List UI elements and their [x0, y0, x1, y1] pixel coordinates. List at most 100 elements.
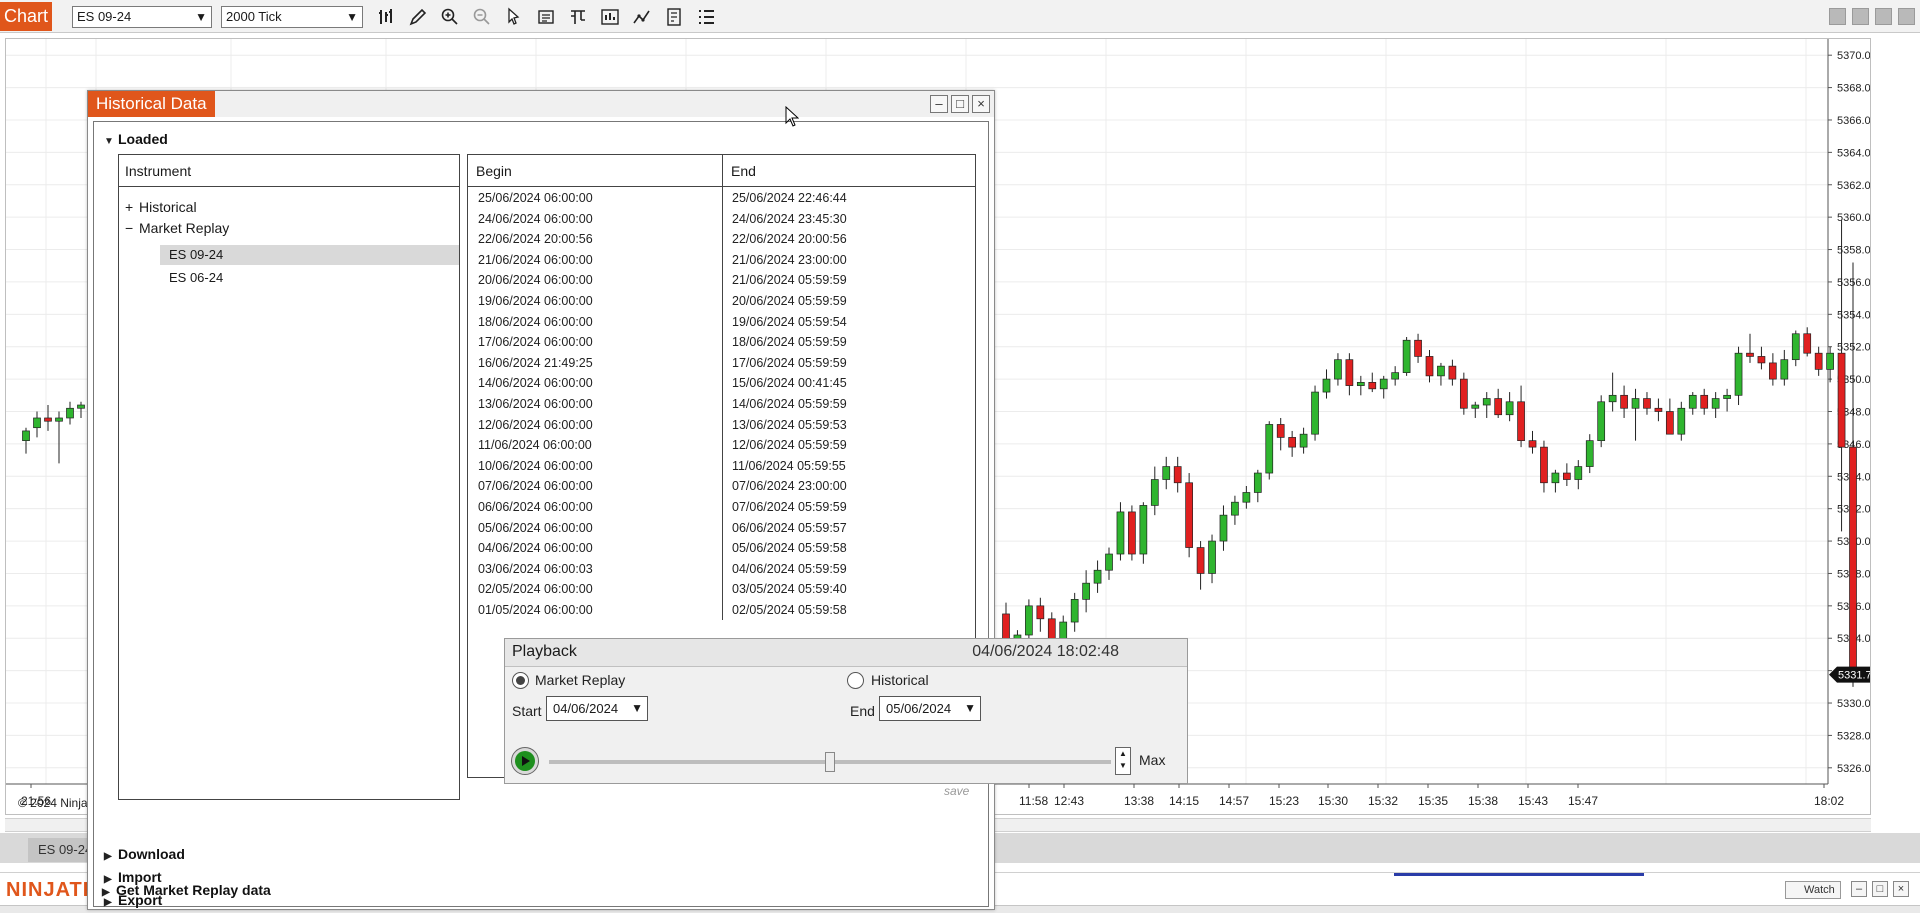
price-axis-label: 5364.00 [1837, 147, 1870, 159]
play-button[interactable] [511, 747, 539, 775]
candle-down [1185, 482, 1193, 548]
indicators-icon[interactable] [632, 7, 652, 27]
begin-date-cell: 20/06/2024 06:00:00 [478, 273, 593, 288]
begin-date-cell: 22/06/2024 20:00:56 [478, 232, 593, 247]
begin-date-cell: 13/06/2024 06:00:00 [478, 397, 593, 411]
data-box-icon[interactable] [536, 7, 556, 27]
status-progress-line [1394, 873, 1644, 876]
candle-down [1288, 437, 1296, 448]
candle-up [1608, 394, 1617, 403]
close-icon[interactable]: × [1893, 881, 1909, 897]
end-date-cell: 02/05/2024 05:59:58 [732, 603, 847, 617]
time-axis-label: 15:43 [1518, 794, 1548, 808]
begin-date-cell: 24/06/2024 06:00:00 [478, 211, 593, 226]
pointer-icon[interactable] [504, 7, 524, 27]
start-date-picker[interactable]: 04/06/2024 ▼ [546, 696, 648, 721]
tree-item-market-replay[interactable]: − Market Replay [125, 220, 229, 236]
drawing-tools-icon[interactable] [408, 7, 428, 27]
expand-icon[interactable]: + [125, 199, 139, 215]
zoom-in-icon[interactable] [440, 7, 460, 27]
instrument-selector[interactable]: ES 09-24 ▼ [72, 6, 212, 28]
end-date-cell: 25/06/2024 22:46:44 [732, 191, 847, 205]
begin-date-cell: 02/05/2024 06:00:00 [478, 582, 593, 597]
minimize-window-button[interactable] [1852, 8, 1869, 25]
zoom-out-icon[interactable] [472, 7, 492, 27]
tree-item-historical[interactable]: + Historical [125, 199, 197, 215]
time-axis-label: 18:02 [1814, 794, 1844, 808]
end-column-header[interactable]: End [731, 163, 756, 179]
candle-up [55, 417, 63, 422]
maximize-icon[interactable]: □ [1872, 881, 1888, 897]
spin-down-icon[interactable]: ▼ [1116, 760, 1130, 772]
close-icon[interactable]: × [972, 95, 990, 113]
candle-down [1448, 365, 1457, 380]
candle-up [1231, 501, 1239, 516]
maximize-icon[interactable]: □ [951, 95, 969, 113]
playback-timestamp: 04/06/2024 18:02:48 [972, 643, 1119, 660]
begin-date-cell: 03/06/2024 06:00:03 [478, 561, 593, 576]
begin-date-cell: 10/06/2024 06:00:00 [478, 458, 593, 473]
save-link[interactable]: save [944, 784, 969, 798]
candle-up [1437, 365, 1445, 377]
begin-column-header[interactable]: Begin [476, 163, 512, 179]
time-axis-label: 14:57 [1219, 794, 1249, 808]
candle-up [1505, 401, 1514, 416]
candle-down [1036, 605, 1045, 620]
end-date-cell: 17/06/2024 05:59:59 [732, 355, 847, 370]
close-window-button[interactable] [1898, 8, 1915, 25]
candle-up [1105, 553, 1113, 571]
tree-item-label: ES 06-24 [169, 270, 224, 285]
candle-down [1757, 356, 1766, 364]
begin-date-cell: 19/06/2024 06:00:00 [478, 294, 593, 308]
layout-icon[interactable] [1829, 8, 1846, 25]
chart-window-tab[interactable]: Chart [0, 2, 52, 31]
chevron-down-icon: ▼ [195, 10, 207, 24]
market-replay-label: Market Replay [535, 672, 626, 688]
candle-down [1345, 359, 1354, 386]
price-axis-label: 5362.00 [1837, 180, 1870, 192]
interval-selector[interactable]: 2000 Tick ▼ [221, 6, 363, 28]
section-loaded[interactable]: ▼ Loaded [104, 131, 168, 147]
historical-data-titlebar[interactable]: Historical Data – □ × [88, 91, 994, 117]
end-date-cell: 21/06/2024 23:00:00 [732, 252, 847, 267]
candle-down [1654, 407, 1663, 412]
tree-item-es-09-24[interactable]: ES 09-24 [169, 247, 223, 262]
tree-item-label: Market Replay [139, 220, 230, 236]
end-date-cell: 13/06/2024 05:59:53 [732, 417, 847, 432]
minimize-icon[interactable]: – [930, 95, 948, 113]
market-replay-radio[interactable] [512, 672, 529, 689]
historical-radio[interactable] [847, 672, 864, 689]
time-axis-label: 15:23 [1269, 794, 1299, 808]
collapsed-triangle-icon: ▶ [104, 851, 112, 862]
candle-up [1356, 381, 1365, 386]
candle-down [1837, 352, 1846, 448]
maximize-window-button[interactable] [1875, 8, 1892, 25]
list-icon[interactable] [696, 7, 716, 27]
playback-slider-thumb[interactable] [825, 752, 835, 772]
spin-up-icon[interactable]: ▲ [1116, 748, 1130, 760]
collapse-icon[interactable]: − [125, 220, 139, 236]
candle-up [1299, 433, 1308, 448]
chevron-down-icon: ▼ [346, 10, 358, 24]
begin-date-cell: 25/06/2024 06:00:00 [478, 191, 593, 205]
candle-up [1734, 352, 1743, 396]
candle-down [1849, 446, 1857, 675]
end-date-picker[interactable]: 05/06/2024 ▼ [879, 696, 981, 721]
section-download[interactable]: ▶ Download [104, 846, 185, 862]
current-price-label: 5331.75 [1838, 670, 1870, 682]
candle-up [1139, 505, 1148, 555]
chart-trader-icon[interactable] [600, 7, 620, 27]
strategies-icon[interactable] [664, 7, 684, 27]
candle-up [1093, 569, 1102, 584]
tree-item-es-06-24[interactable]: ES 06-24 [169, 270, 223, 285]
watch-button[interactable]: Watch [1785, 881, 1841, 899]
chevron-down-icon: ▼ [964, 701, 976, 715]
speed-spinner[interactable]: ▲ ▼ [1115, 747, 1131, 775]
section-get-market-replay-data[interactable]: ▶ Get Market Replay data [102, 882, 271, 898]
properties-icon[interactable] [568, 7, 588, 27]
candle-up [1253, 472, 1262, 493]
candle-down [1173, 466, 1182, 484]
watch-label: Watch [1804, 884, 1835, 896]
minimize-icon[interactable]: – [1851, 881, 1867, 897]
bar-style-icon[interactable] [376, 7, 396, 27]
